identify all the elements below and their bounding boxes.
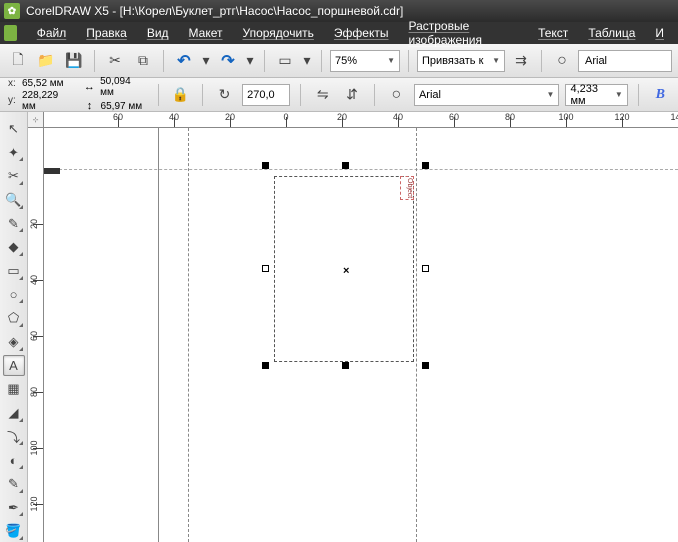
selection-center[interactable]: × (343, 265, 350, 272)
zoom-tool[interactable]: 🔍 (3, 189, 25, 211)
width-icon: ↔ (83, 80, 97, 94)
width-value: 50,094 мм (100, 76, 146, 98)
selection-handle-ne[interactable] (422, 162, 429, 169)
window-titlebar: ✿ CorelDRAW X5 - [H:\Корел\Буклет_ртг\На… (0, 0, 678, 22)
height-value: 65,97 мм (101, 101, 143, 112)
redo-button[interactable]: ↷ (216, 49, 240, 73)
snap-options-button[interactable]: ⇉ (509, 49, 533, 73)
menu-view[interactable]: Вид (137, 26, 179, 40)
page-shadow (44, 168, 60, 174)
app-icon: ✿ (4, 3, 20, 19)
ellipse-tool[interactable]: ○ (3, 284, 25, 306)
freehand-tool[interactable]: ✎ (3, 213, 25, 235)
pick-tool[interactable]: ↖ (3, 118, 25, 140)
menu-effects[interactable]: Эффекты (324, 26, 399, 40)
redo-dropdown[interactable]: ▾ (244, 49, 256, 73)
lock-ratio-button[interactable]: 🔒 (169, 83, 192, 107)
ruler-origin[interactable]: ⊹ (28, 112, 44, 128)
import-button[interactable]: ▭ (273, 49, 297, 73)
snap-dropdown[interactable]: Привязать к▼ (417, 50, 505, 72)
import-dropdown[interactable]: ▾ (301, 49, 313, 73)
bold-button[interactable]: B (649, 83, 672, 107)
crop-tool[interactable]: ✂ (3, 165, 25, 187)
shape-tool[interactable]: ✦ (3, 142, 25, 164)
menu-edit[interactable]: Правка (76, 26, 137, 40)
undo-button[interactable]: ↶ (172, 49, 196, 73)
selection-handle-w[interactable] (262, 265, 269, 272)
coord-y-value: 228,229 мм (22, 90, 73, 112)
interactive-tool[interactable]: ◐ (3, 449, 25, 471)
selection-handle-sw[interactable] (262, 362, 269, 369)
font-size-dropdown[interactable]: 4,233 мм▼ (565, 84, 627, 106)
table-tool[interactable]: ▦ (3, 378, 25, 400)
page-boundary (158, 128, 159, 542)
dimension-tool[interactable]: ◢ (3, 402, 25, 424)
zoom-dropdown[interactable]: 75%▼ (330, 50, 400, 72)
font-circle-icon: ○ (550, 49, 574, 73)
rotate-icon: ↻ (213, 83, 236, 107)
window-title: CorelDRAW X5 - [H:\Корел\Буклет_ртг\Насо… (26, 4, 403, 18)
property-bar: x: 65,52 мм y: 228,229 мм ↔ 50,094 мм ↕ … (0, 78, 678, 112)
save-button[interactable]: 💾 (62, 49, 86, 73)
copy-button[interactable]: ⧉ (131, 49, 155, 73)
menu-text[interactable]: Текст (528, 26, 578, 40)
fill-tool[interactable]: 🪣 (3, 520, 25, 542)
font-circle-icon-2: ○ (385, 83, 408, 107)
cut-button[interactable]: ✂ (103, 49, 127, 73)
height-icon: ↕ (83, 99, 97, 113)
coord-x-value: 65,52 мм (22, 78, 64, 89)
menu-arrange[interactable]: Упорядочить (233, 26, 324, 40)
font-selector-1[interactable]: Arial (578, 50, 672, 72)
menubar: Файл Правка Вид Макет Упорядочить Эффект… (0, 22, 678, 44)
canvas[interactable]: ⊹ 60 40 20 0 20 40 60 80 100 120 140 20 … (28, 112, 678, 542)
selection-handle-n[interactable] (342, 162, 349, 169)
basic-shapes-tool[interactable]: ◈ (3, 331, 25, 353)
mirror-v-button[interactable]: ⇵ (340, 83, 363, 107)
selection-handle-se[interactable] (422, 362, 429, 369)
vertical-guide-1[interactable] (188, 128, 189, 542)
page-top-guide (44, 169, 678, 170)
selection-handle-s[interactable] (342, 362, 349, 369)
rectangle-tool[interactable]: ▭ (3, 260, 25, 282)
selection-handle-e[interactable] (422, 265, 429, 272)
menu-tools[interactable]: И (645, 26, 674, 40)
outline-tool[interactable]: ✒ (3, 497, 25, 519)
menu-table[interactable]: Таблица (578, 26, 645, 40)
mirror-h-button[interactable]: ⇋ (311, 83, 334, 107)
rotation-input[interactable] (242, 84, 290, 106)
coordinate-display: x: 65,52 мм y: 228,229 мм (6, 78, 75, 112)
undo-dropdown[interactable]: ▾ (200, 49, 212, 73)
dimension-display: ↔ 50,094 мм ↕ 65,97 мм (81, 76, 148, 113)
horizontal-ruler[interactable]: 60 40 20 0 20 40 60 80 100 120 140 (44, 112, 678, 128)
vertical-guide-2[interactable] (416, 128, 417, 542)
connector-tool[interactable]: ⤵ (3, 426, 25, 448)
standard-toolbar: 🗋 📁 💾 ✂ ⧉ ↶ ▾ ↷ ▾ ▭ ▾ 75%▼ Привязать к▼ … (0, 44, 678, 78)
selection-handle-nw[interactable] (262, 162, 269, 169)
vertical-ruler[interactable]: 20 40 60 80 100 120 (28, 128, 44, 542)
menu-layout[interactable]: Макет (179, 26, 233, 40)
toolbox: ↖ ✦ ✂ 🔍 ✎ ◆ ▭ ○ ⬠ ◈ A ▦ ◢ ⤵ ◐ ✎ ✒ 🪣 (0, 112, 28, 542)
text-tool[interactable]: A (3, 355, 25, 377)
open-button[interactable]: 📁 (34, 49, 58, 73)
smart-fill-tool[interactable]: ◆ (3, 236, 25, 258)
text-object-marker[interactable]: Object (400, 176, 414, 200)
workspace: ↖ ✦ ✂ 🔍 ✎ ◆ ▭ ○ ⬠ ◈ A ▦ ◢ ⤵ ◐ ✎ ✒ 🪣 ⊹ 60… (0, 112, 678, 542)
font-selector-2[interactable]: Arial▼ (414, 84, 560, 106)
menu-file[interactable]: Файл (27, 26, 77, 40)
document-icon (4, 25, 17, 41)
new-button[interactable]: 🗋 (6, 49, 30, 73)
eyedropper-tool[interactable]: ✎ (3, 473, 25, 495)
polygon-tool[interactable]: ⬠ (3, 307, 25, 329)
menu-bitmaps[interactable]: Растровые изображения (398, 19, 528, 47)
